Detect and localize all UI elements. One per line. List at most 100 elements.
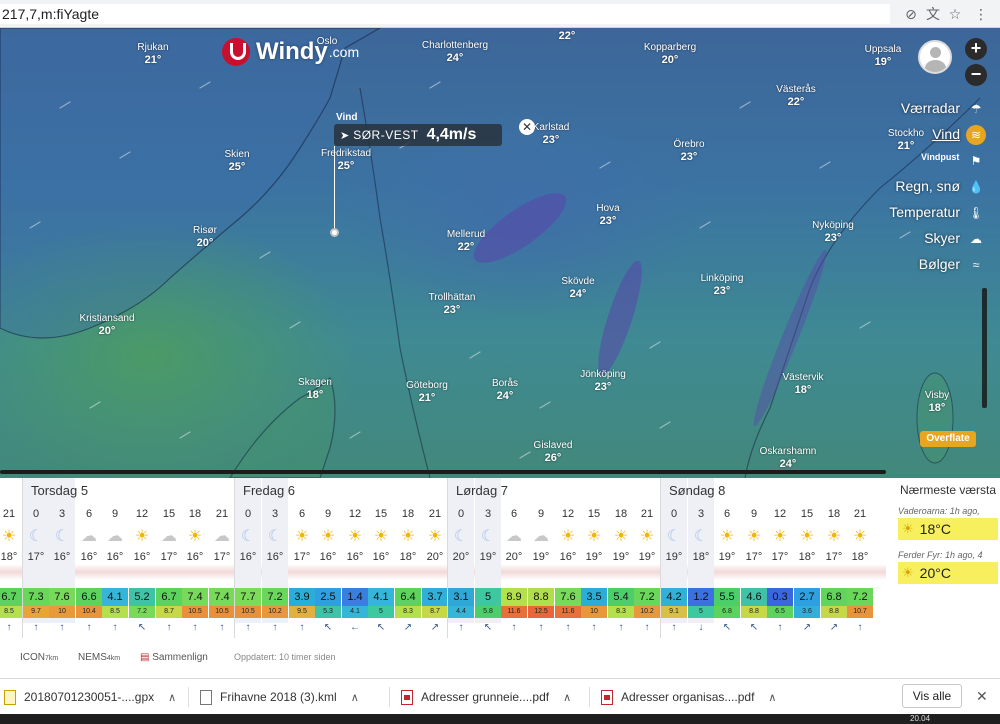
translate-icon[interactable]: 文 (924, 5, 942, 23)
forecast-hour: 15 (374, 508, 388, 520)
forecast-table: 21 ☀ 18° 6.7 8.5 ↑ 0 ☾ 17° 7.3 9.7 ↑ 3 ☾ 16° 7.6 10 ↑ 6 ☁ 16… (0, 478, 1000, 678)
close-downloads-icon[interactable]: ✕ (976, 688, 988, 705)
taskbar-time: 20.04 (910, 714, 931, 723)
cloud-icon: ☁ (161, 528, 177, 545)
overlay-item-label[interactable]: Regn, snø (895, 178, 960, 194)
surface-level-button[interactable]: Overflate (920, 431, 976, 447)
wind-icon[interactable]: ≋ (966, 125, 986, 145)
sun-icon: ☀ (294, 528, 310, 545)
forecast-wind: 7.2 (262, 588, 288, 606)
blocked-icon[interactable]: ⊘ (902, 5, 920, 23)
forecast-day-label[interactable]: Lørdag 7 (456, 483, 508, 498)
overlay-item-label[interactable]: Skyer (924, 230, 960, 246)
city-label: Göteborg 21° (406, 380, 448, 404)
address-bar[interactable]: 217,7,m:fiYagte (0, 4, 890, 24)
forecast-hour: 15 (162, 508, 176, 520)
city-temp: 23° (542, 134, 560, 146)
timeline-bar[interactable] (0, 470, 886, 474)
gust-label[interactable]: Vindpust (921, 152, 959, 162)
download-item[interactable]: 20180701230051-....gpx ∧ (4, 685, 176, 709)
overlay-item-label[interactable]: Bølger (919, 256, 960, 272)
sun-icon: ☀ (187, 528, 203, 545)
user-avatar[interactable] (918, 40, 952, 74)
waves-icon[interactable]: ≈ (966, 255, 986, 275)
model-icon[interactable]: ICON7km (20, 652, 58, 663)
flag-icon[interactable]: ⚑ (966, 151, 986, 171)
star-icon[interactable]: ☆ (946, 5, 964, 23)
station-2[interactable]: Ferder Fyr: 1h ago, 4 ☀ 20°C (898, 550, 998, 584)
forecast-temp: 16° (133, 551, 151, 563)
wind-direction-arrow-icon: ↖ (722, 622, 732, 633)
city-temp: 24° (446, 52, 464, 64)
wind-direction-arrow-icon: ↑ (511, 622, 517, 633)
chevron-up-icon[interactable]: ∧ (168, 691, 176, 704)
city-label: Linköping 23° (701, 273, 744, 297)
forecast-wind: 5.2 (129, 588, 155, 606)
zoom-out-button[interactable]: − (965, 64, 987, 86)
sun-icon: ☀ (427, 528, 443, 545)
forecast-gust: 4.4 (448, 606, 474, 618)
city-temp: 18° (928, 402, 946, 414)
zoom-in-button[interactable]: + (965, 38, 987, 60)
sun-icon: ☀ (1, 528, 17, 545)
sun-icon: ☀ (347, 528, 363, 545)
city-name: Trollhättan (428, 292, 476, 303)
model-nems[interactable]: NEMS4km (78, 652, 120, 663)
city-temp: 21° (897, 140, 915, 152)
overlay-item-label[interactable]: Værradar (901, 100, 960, 116)
city-name: Karlstad (532, 122, 570, 133)
forecast-gust: 9.5 (289, 606, 315, 618)
city-label: Örebro 23° (673, 139, 704, 163)
overlay-scrollbar[interactable] (982, 288, 987, 408)
download-item[interactable]: Adresser grunneie....pdf ∧ (401, 685, 571, 709)
city-name: Skagen (298, 377, 332, 388)
moon-icon: ☾ (267, 528, 283, 545)
forecast-hour: 15 (800, 508, 814, 520)
day-separator (22, 478, 23, 638)
city-temp: 25° (228, 161, 246, 173)
forecast-day-label[interactable]: Fredag 6 (243, 483, 295, 498)
map-background (0, 28, 981, 478)
close-popup-button[interactable]: ✕ (519, 119, 535, 135)
popup-pin-line (334, 146, 335, 232)
chevron-up-icon[interactable]: ∧ (563, 691, 571, 704)
download-item[interactable]: Frihavne 2018 (3).kml ∧ (200, 685, 359, 709)
forecast-gust: 6.8 (714, 606, 740, 618)
download-divider (389, 687, 390, 707)
wind-direction-arrow-icon: ↗ (802, 622, 812, 633)
overlay-item-label[interactable]: Vind (932, 126, 960, 142)
cloud-icon[interactable]: ☁ (966, 229, 986, 249)
city-label: Risør 20° (193, 225, 217, 249)
umbrella-icon[interactable]: ☂ (966, 99, 986, 119)
weather-map[interactable]: Rjukan 21° Oslo Charlottenberg 24° 22° Kopparb… (0, 28, 1000, 478)
overlay-item-label[interactable]: Temperatur (889, 204, 960, 220)
map-pin[interactable] (330, 228, 339, 237)
forecast-temp: 20° (505, 551, 523, 563)
forecast-day-label[interactable]: Søndag 8 (669, 483, 725, 498)
menu-icon[interactable]: ⋮ (972, 5, 990, 23)
sun-icon: ☀ (400, 528, 416, 545)
drop-icon[interactable]: 💧 (966, 177, 986, 197)
moon-icon: ☾ (666, 528, 682, 545)
thermometer-icon[interactable]: 🌡 (966, 203, 986, 223)
station-1[interactable]: Vaderoarna: 1h ago, ☀ 18°C (898, 506, 998, 540)
windy-logo[interactable]: Windy .com (222, 37, 359, 67)
forecast-gust: 5 (688, 606, 714, 618)
forecast-hour: 12 (348, 508, 362, 520)
moon-icon: ☾ (453, 528, 469, 545)
chevron-up-icon[interactable]: ∧ (351, 691, 359, 704)
show-all-button[interactable]: Vis alle (902, 684, 962, 708)
download-item[interactable]: Adresser organisas....pdf ∧ (601, 685, 776, 709)
forecast-temp: 16° (372, 551, 390, 563)
windy-logo-icon (222, 38, 250, 66)
city-temp: 23° (599, 215, 617, 227)
forecast-gust: 10.5 (209, 606, 235, 618)
forecast-hour: 21 (853, 508, 867, 520)
forecast-temp: 19° (718, 551, 736, 563)
forecast-day-label[interactable]: Torsdag 5 (31, 483, 88, 498)
chevron-up-icon[interactable]: ∧ (768, 691, 776, 704)
compare-button[interactable]: ▤ Sammenlign (140, 652, 208, 663)
forecast-wind: 1.4 (342, 588, 368, 606)
sun-icon: ☀ (852, 528, 868, 545)
forecast-hour: 3 (697, 508, 705, 520)
